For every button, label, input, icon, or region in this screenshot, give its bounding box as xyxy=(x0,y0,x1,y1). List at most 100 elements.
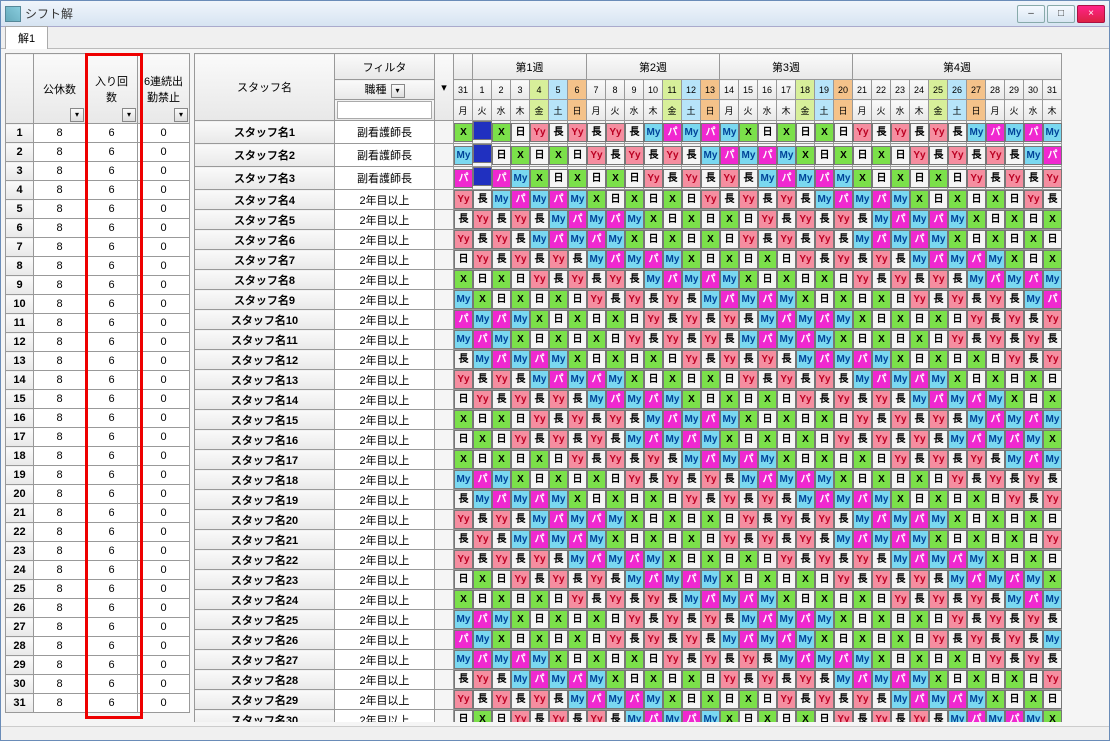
shift-cell[interactable]: パ xyxy=(834,190,853,210)
shift-cell[interactable]: パ xyxy=(511,650,530,670)
shift-cell[interactable]: 長 xyxy=(492,670,511,690)
shift-cell[interactable]: My xyxy=(549,210,568,230)
shift-cell[interactable]: 日 xyxy=(720,370,739,390)
staff-name[interactable]: スタッフ名9 xyxy=(195,290,335,310)
shift-cell[interactable]: My xyxy=(492,470,511,490)
shift-cell[interactable]: Yy xyxy=(815,510,834,530)
shift-cell[interactable]: 日 xyxy=(530,144,549,167)
shift-cell[interactable]: 日 xyxy=(587,310,606,330)
shift-cell[interactable]: パ xyxy=(644,250,663,270)
shift-cell[interactable]: X xyxy=(739,410,758,430)
staff-name[interactable]: スタッフ名16 xyxy=(195,430,335,450)
shift-cell[interactable]: My xyxy=(568,510,587,530)
shift-cell[interactable]: 日 xyxy=(511,450,530,470)
shift-cell[interactable]: My xyxy=(454,290,473,310)
shift-cell[interactable]: My xyxy=(891,550,910,570)
shift-cell[interactable]: X xyxy=(473,430,492,450)
shift-cell[interactable]: 日 xyxy=(701,530,720,550)
shift-cell[interactable]: 長 xyxy=(492,210,511,230)
shift-cell[interactable]: Yy xyxy=(530,410,549,430)
shift-cell[interactable]: パ xyxy=(910,370,929,390)
shift-cell[interactable]: X xyxy=(910,650,929,670)
shift-cell[interactable]: X xyxy=(720,710,739,723)
shift-cell[interactable]: 日 xyxy=(872,630,891,650)
shift-cell[interactable]: Yy xyxy=(891,270,910,290)
shift-cell[interactable]: X xyxy=(701,690,720,710)
shift-cell[interactable]: X xyxy=(1043,570,1062,590)
shift-cell[interactable]: X xyxy=(986,190,1005,210)
shift-cell[interactable]: Yy xyxy=(739,650,758,670)
shift-cell[interactable]: 長 xyxy=(739,530,758,550)
shift-cell[interactable]: 日 xyxy=(948,670,967,690)
shift-cell[interactable]: 長 xyxy=(606,710,625,723)
shift-cell[interactable]: My xyxy=(549,670,568,690)
shift-cell[interactable]: 日 xyxy=(606,650,625,670)
shift-cell[interactable]: 日 xyxy=(701,390,720,410)
shift-cell[interactable]: My xyxy=(872,670,891,690)
shift-cell[interactable]: 長 xyxy=(549,121,568,144)
shift-cell[interactable]: 日 xyxy=(701,250,720,270)
shift-cell[interactable]: 日 xyxy=(644,370,663,390)
shift-cell[interactable]: Yy xyxy=(758,530,777,550)
shift-cell[interactable]: 長 xyxy=(492,390,511,410)
shift-cell[interactable]: 長 xyxy=(815,210,834,230)
shift-cell[interactable]: 長 xyxy=(568,250,587,270)
shift-cell[interactable]: My xyxy=(1005,410,1024,430)
shift-cell[interactable]: X xyxy=(758,710,777,723)
shift-cell[interactable]: パ xyxy=(587,690,606,710)
shift-cell[interactable]: Yy xyxy=(587,570,606,590)
shift-cell[interactable]: My xyxy=(739,610,758,630)
row-dropdown[interactable] xyxy=(435,530,454,550)
shift-cell[interactable]: X xyxy=(568,167,587,190)
shift-cell[interactable]: 長 xyxy=(834,550,853,570)
shift-cell[interactable]: 長 xyxy=(815,250,834,270)
shift-cell[interactable]: 日 xyxy=(625,670,644,690)
shift-cell[interactable]: 日 xyxy=(568,470,587,490)
shift-cell[interactable]: 日 xyxy=(929,650,948,670)
shift-cell[interactable]: 長 xyxy=(701,310,720,330)
shift-cell[interactable]: パ xyxy=(872,190,891,210)
shift-cell[interactable]: My xyxy=(663,430,682,450)
shift-cell[interactable]: 長 xyxy=(720,610,739,630)
shift-cell[interactable]: 長 xyxy=(682,144,701,167)
staff-name[interactable]: スタッフ名1 xyxy=(195,121,335,144)
shift-cell[interactable]: パ xyxy=(1005,570,1024,590)
shift-cell[interactable]: X xyxy=(644,210,663,230)
shift-cell[interactable]: 日 xyxy=(663,670,682,690)
shift-cell[interactable]: My xyxy=(777,470,796,490)
shift-cell[interactable]: X xyxy=(454,450,473,470)
shift-cell[interactable]: 日 xyxy=(549,630,568,650)
shift-cell[interactable]: My xyxy=(587,210,606,230)
shift-cell[interactable]: 日 xyxy=(739,250,758,270)
shift-cell[interactable]: X xyxy=(815,590,834,610)
shift-cell[interactable]: My xyxy=(891,370,910,390)
shift-cell[interactable]: X xyxy=(568,490,587,510)
shift-cell[interactable]: 日 xyxy=(473,410,492,430)
shift-cell[interactable]: My xyxy=(910,530,929,550)
shift-cell[interactable]: 長 xyxy=(1024,167,1043,190)
staff-name[interactable]: スタッフ名15 xyxy=(195,410,335,430)
shift-cell[interactable]: Yy xyxy=(492,550,511,570)
row-dropdown[interactable] xyxy=(435,410,454,430)
shift-cell[interactable]: 日 xyxy=(720,230,739,250)
shift-cell[interactable]: パ xyxy=(606,210,625,230)
shift-cell[interactable]: X xyxy=(815,410,834,430)
shift-cell[interactable]: X xyxy=(682,390,701,410)
shift-cell[interactable]: パ xyxy=(720,290,739,310)
shift-cell[interactable]: 日 xyxy=(872,590,891,610)
shift-cell[interactable]: 長 xyxy=(758,190,777,210)
shift-cell[interactable]: Yy xyxy=(701,470,720,490)
shift-cell[interactable]: 日 xyxy=(1043,510,1062,530)
shift-cell[interactable]: X xyxy=(853,450,872,470)
staff-name[interactable]: スタッフ名18 xyxy=(195,470,335,490)
shift-cell[interactable]: パ xyxy=(796,650,815,670)
shift-cell[interactable]: 日 xyxy=(511,590,530,610)
shift-cell[interactable]: Yy xyxy=(511,210,530,230)
shift-cell[interactable]: 日 xyxy=(682,510,701,530)
shift-cell[interactable]: My xyxy=(701,710,720,723)
shift-cell[interactable]: X xyxy=(929,670,948,690)
shift-cell[interactable]: 日 xyxy=(929,610,948,630)
shift-cell[interactable]: Yy xyxy=(663,290,682,310)
shift-cell[interactable]: 日 xyxy=(511,630,530,650)
shift-cell[interactable]: Yy xyxy=(720,670,739,690)
